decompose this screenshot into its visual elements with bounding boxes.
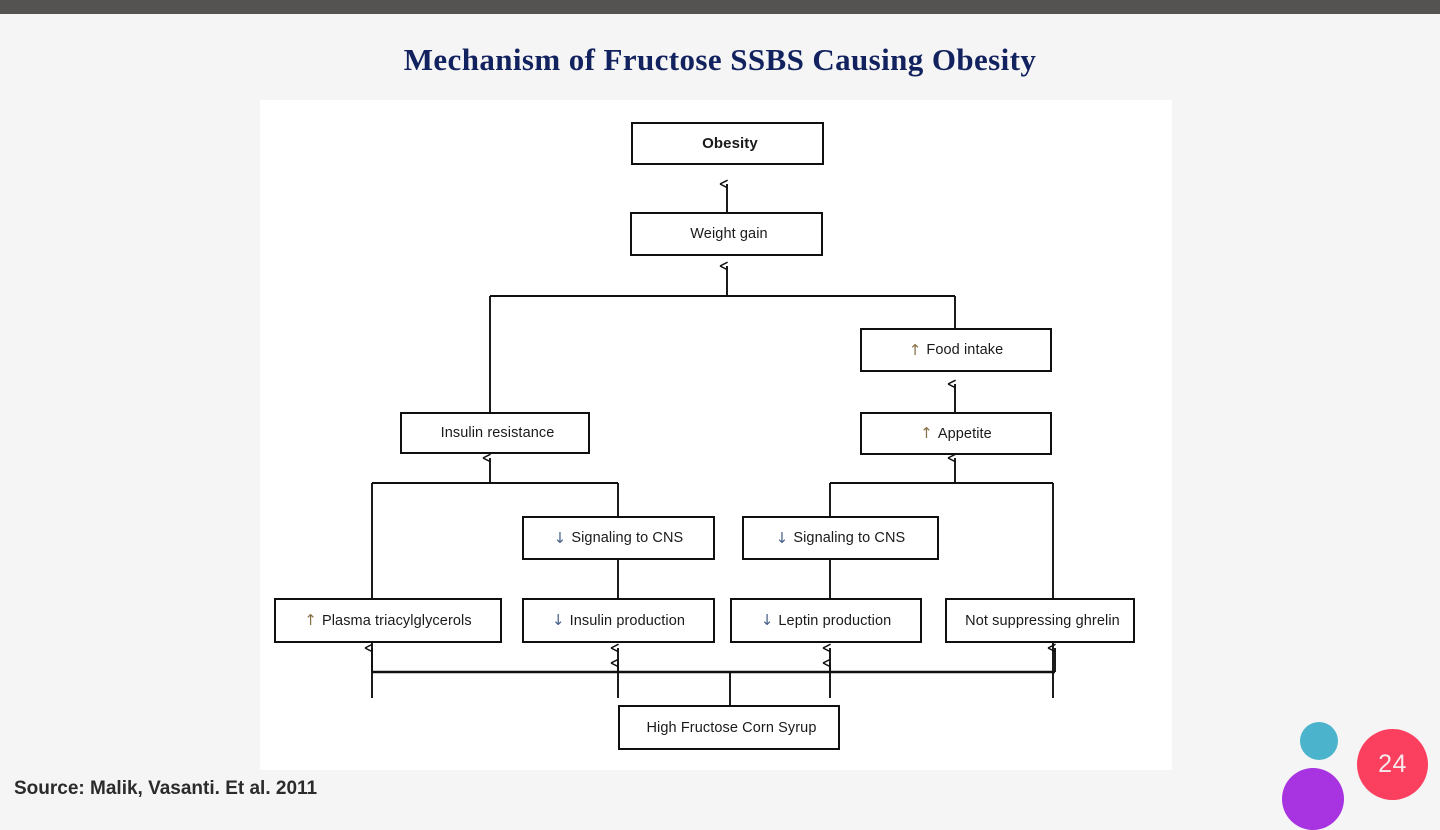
page-number-badge: 24 [1357,729,1428,800]
node-label: Insulin resistance [440,425,555,441]
top-accent-bar [0,0,1440,14]
decorative-circle-teal [1300,722,1338,760]
slide-canvas: Mechanism of Fructose SSBS Causing Obesi… [0,0,1440,830]
node-label: Leptin production [778,612,892,629]
node-signaling-cns-left: ↓ Signaling to CNS [522,516,715,560]
source-citation: Source: Malik, Vasanti. Et al. 2011 [14,778,318,799]
node-label: Plasma triacylglycerols [321,612,472,629]
down-arrow-icon: ↓ [553,528,567,547]
node-label: Obesity [702,135,758,152]
node-not-suppressing-ghrelin: Not suppressing ghrelin [945,598,1135,643]
node-leptin-production: ↓ Leptin production [730,598,922,643]
figure-panel: Obesity Weight gain ↑ Food intake Insuli… [260,100,1172,770]
node-label: Signaling to CNS [793,530,906,546]
node-label: Food intake [926,342,1004,358]
down-arrow-icon: ↓ [760,611,774,629]
down-arrow-icon: ↓ [775,528,789,547]
node-food-intake: ↑ Food intake [860,328,1052,372]
node-signaling-cns-right: ↓ Signaling to CNS [742,516,939,560]
node-label: Weight gain [690,226,768,242]
node-high-fructose-corn-syrup: High Fructose Corn Syrup [618,705,840,750]
node-appetite: ↑ Appetite [860,412,1052,455]
node-insulin-resistance: Insulin resistance [400,412,590,454]
decorative-circle-purple [1282,768,1344,830]
up-arrow-icon: ↑ [304,611,317,629]
node-insulin-production: ↓ Insulin production [522,598,715,643]
flowchart-diagram: Obesity Weight gain ↑ Food intake Insuli… [260,100,1172,770]
node-label: Not suppressing ghrelin [965,612,1120,629]
up-arrow-icon: ↑ [920,424,933,442]
node-label: Insulin production [569,612,686,629]
node-label: Signaling to CNS [571,530,684,546]
node-label: Appetite [937,425,992,442]
page-title: Mechanism of Fructose SSBS Causing Obesi… [403,42,1037,77]
node-label: High Fructose Corn Syrup [646,719,817,736]
node-weight-gain: Weight gain [630,212,823,256]
up-arrow-icon: ↑ [908,340,922,359]
node-plasma-triacylglycerols: ↑ Plasma triacylglycerols [274,598,502,643]
down-arrow-icon: ↓ [551,611,565,629]
node-obesity: Obesity [631,122,824,165]
